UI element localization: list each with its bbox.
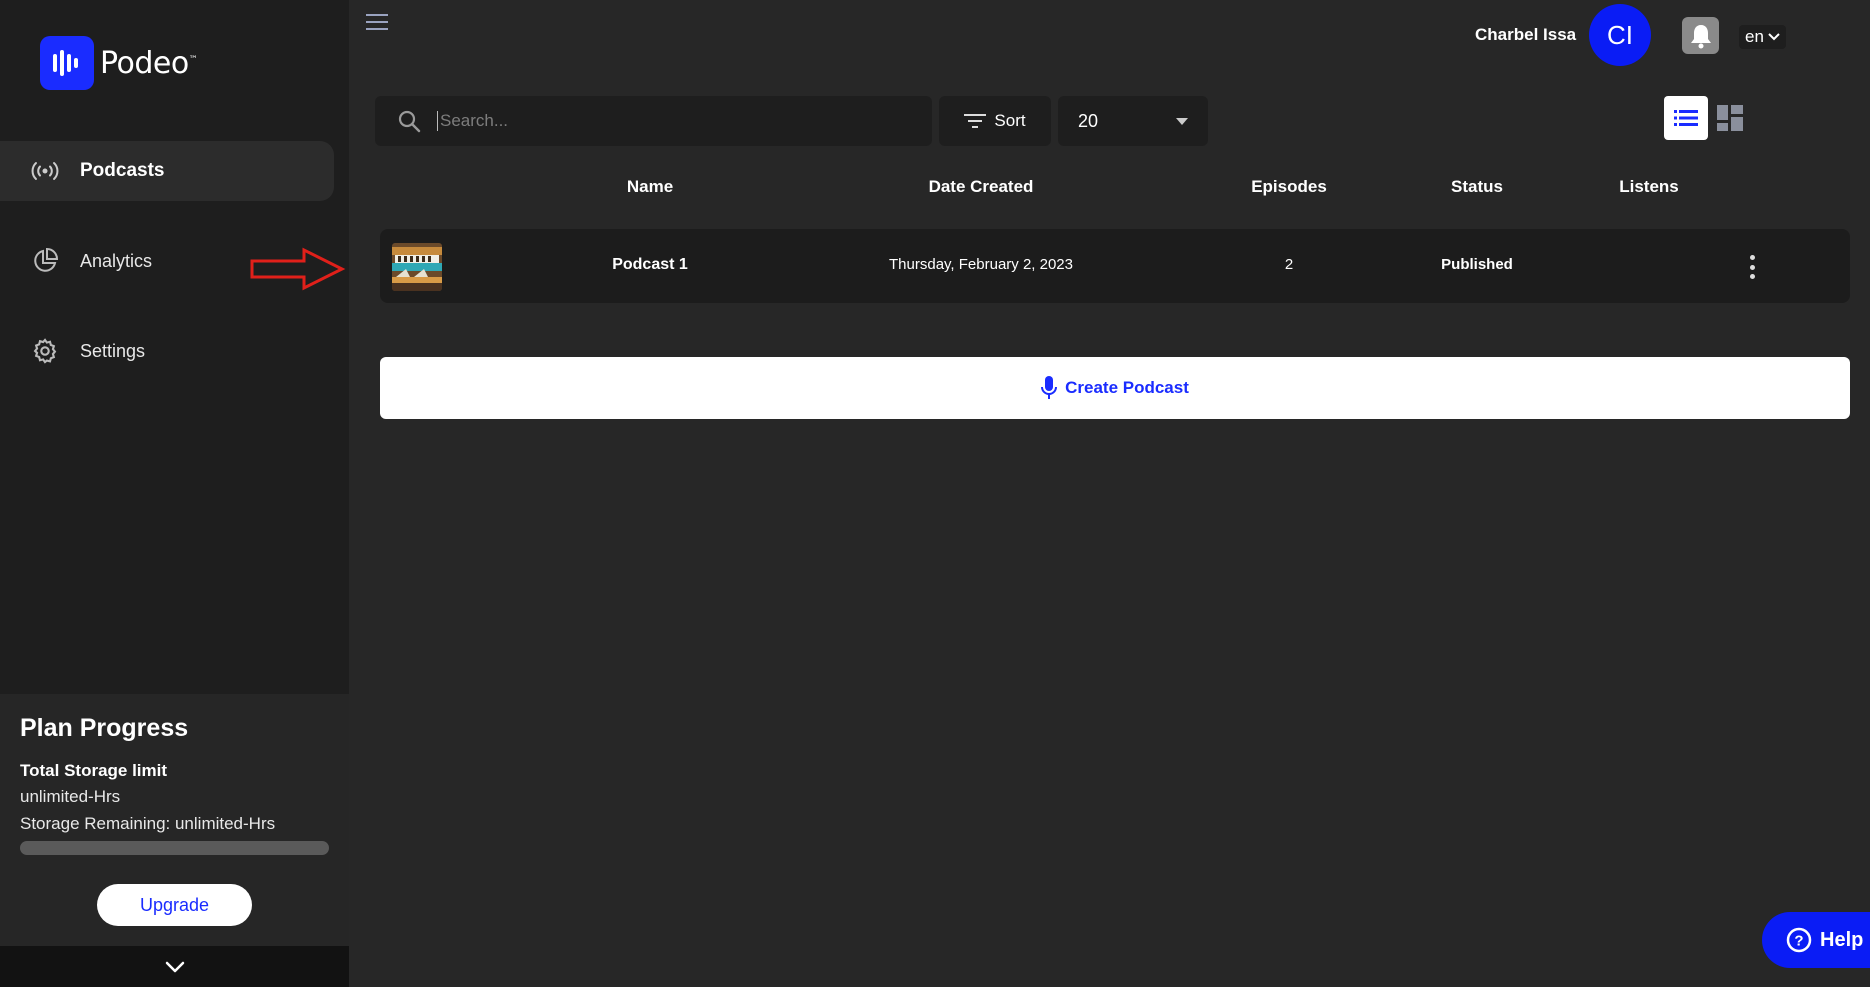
- podcast-cover-image: [392, 243, 442, 291]
- podcast-episodes: 2: [1284, 256, 1294, 273]
- search-icon: [398, 110, 421, 133]
- svg-text:?: ?: [1794, 933, 1803, 950]
- podcast-date-created: Thursday, February 2, 2023: [889, 256, 1073, 273]
- sidebar: Podeo™ Podcasts Analytics Settings Plan …: [0, 0, 349, 987]
- pie-chart-icon: [30, 246, 60, 276]
- column-header-status[interactable]: Status: [1451, 177, 1503, 197]
- search-input[interactable]: [437, 111, 897, 131]
- chevron-down-icon: [1768, 33, 1780, 41]
- help-label: Help: [1820, 928, 1864, 951]
- storage-progress-bar: [20, 841, 329, 855]
- user-name[interactable]: Charbel Issa: [1475, 25, 1576, 45]
- broadcast-icon: [30, 156, 60, 186]
- storage-limit-value: unlimited-Hrs: [20, 787, 121, 806]
- sidebar-item-label: Analytics: [80, 250, 153, 271]
- language-value: en: [1745, 27, 1764, 46]
- per-page-select[interactable]: 20: [1058, 96, 1208, 146]
- sort-label: Sort: [994, 111, 1026, 130]
- bell-icon: [1690, 24, 1711, 48]
- search-box: [375, 96, 932, 146]
- podeo-logo[interactable]: Podeo™: [40, 36, 198, 90]
- grid-view-button[interactable]: [1716, 104, 1744, 132]
- plan-title: Plan Progress: [20, 714, 189, 742]
- language-select[interactable]: en: [1739, 25, 1786, 49]
- more-options-icon[interactable]: [1742, 255, 1762, 279]
- help-button[interactable]: ? Help: [1762, 912, 1870, 968]
- arrow-annotation-icon: [250, 247, 346, 291]
- storage-limit-label: Total Storage limit: [20, 761, 168, 780]
- podcast-status: Published: [1441, 256, 1513, 273]
- column-header-date-created[interactable]: Date Created: [929, 177, 1034, 197]
- sort-button[interactable]: Sort: [939, 96, 1051, 146]
- menu-toggle-button[interactable]: [366, 12, 390, 32]
- gear-icon: [30, 336, 60, 366]
- storage-remaining: Storage Remaining: unlimited-Hrs: [20, 814, 276, 833]
- table-row[interactable]: Podcast 1 Thursday, February 2, 2023 2 P…: [380, 229, 1850, 303]
- notifications-button[interactable]: [1682, 17, 1719, 54]
- column-header-episodes[interactable]: Episodes: [1251, 177, 1327, 197]
- column-header-name[interactable]: Name: [627, 177, 673, 197]
- grid-view-icon: [1717, 105, 1743, 131]
- logo-mark-icon: [40, 36, 94, 90]
- upgrade-button[interactable]: Upgrade: [97, 884, 252, 926]
- filter-icon: [964, 114, 987, 128]
- list-view-button[interactable]: [1664, 96, 1708, 140]
- avatar[interactable]: CI: [1589, 4, 1651, 66]
- sidebar-item-podcasts[interactable]: Podcasts: [0, 141, 334, 201]
- create-podcast-button[interactable]: Create Podcast: [380, 357, 1850, 419]
- sidebar-item-settings[interactable]: Settings: [0, 321, 334, 381]
- microphone-icon: [1041, 376, 1058, 399]
- logo-text: Podeo™: [100, 45, 198, 81]
- chevron-down-icon: [165, 961, 184, 972]
- sidebar-item-label: Podcasts: [80, 160, 165, 181]
- list-view-icon: [1674, 110, 1698, 126]
- column-header-listens[interactable]: Listens: [1619, 177, 1679, 197]
- caret-down-icon: [1176, 117, 1188, 125]
- podcast-name[interactable]: Podcast 1: [612, 256, 688, 274]
- collapse-panel-button[interactable]: [0, 946, 349, 987]
- help-icon: ?: [1786, 927, 1812, 953]
- per-page-value: 20: [1078, 110, 1099, 131]
- plan-progress-panel: Plan Progress Total Storage limit unlimi…: [0, 694, 349, 946]
- create-podcast-label: Create Podcast: [1065, 378, 1189, 397]
- hamburger-icon: [366, 14, 388, 30]
- app-root: Podeo™ Podcasts Analytics Settings Plan …: [0, 0, 1870, 987]
- sidebar-item-label: Settings: [80, 340, 146, 361]
